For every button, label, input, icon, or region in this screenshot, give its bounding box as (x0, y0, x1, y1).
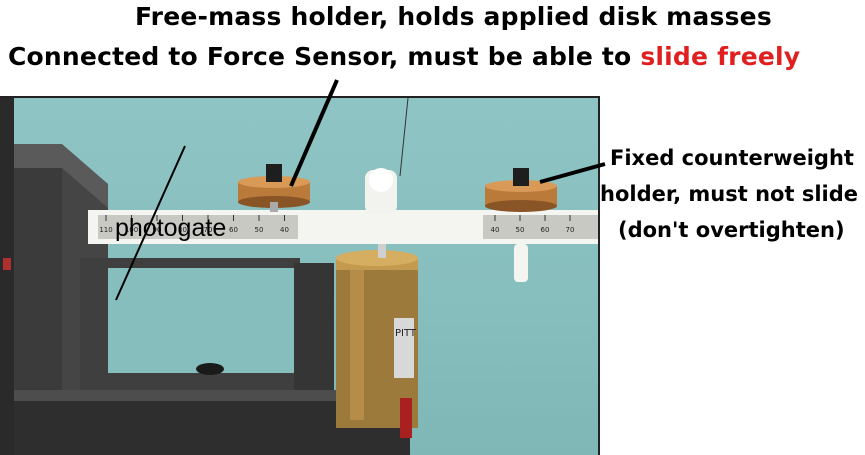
pointer-counterweight (539, 162, 606, 184)
pointer-free-mass (289, 79, 339, 187)
pointer-photogate (115, 145, 186, 301)
pointer-lines (115, 79, 606, 301)
